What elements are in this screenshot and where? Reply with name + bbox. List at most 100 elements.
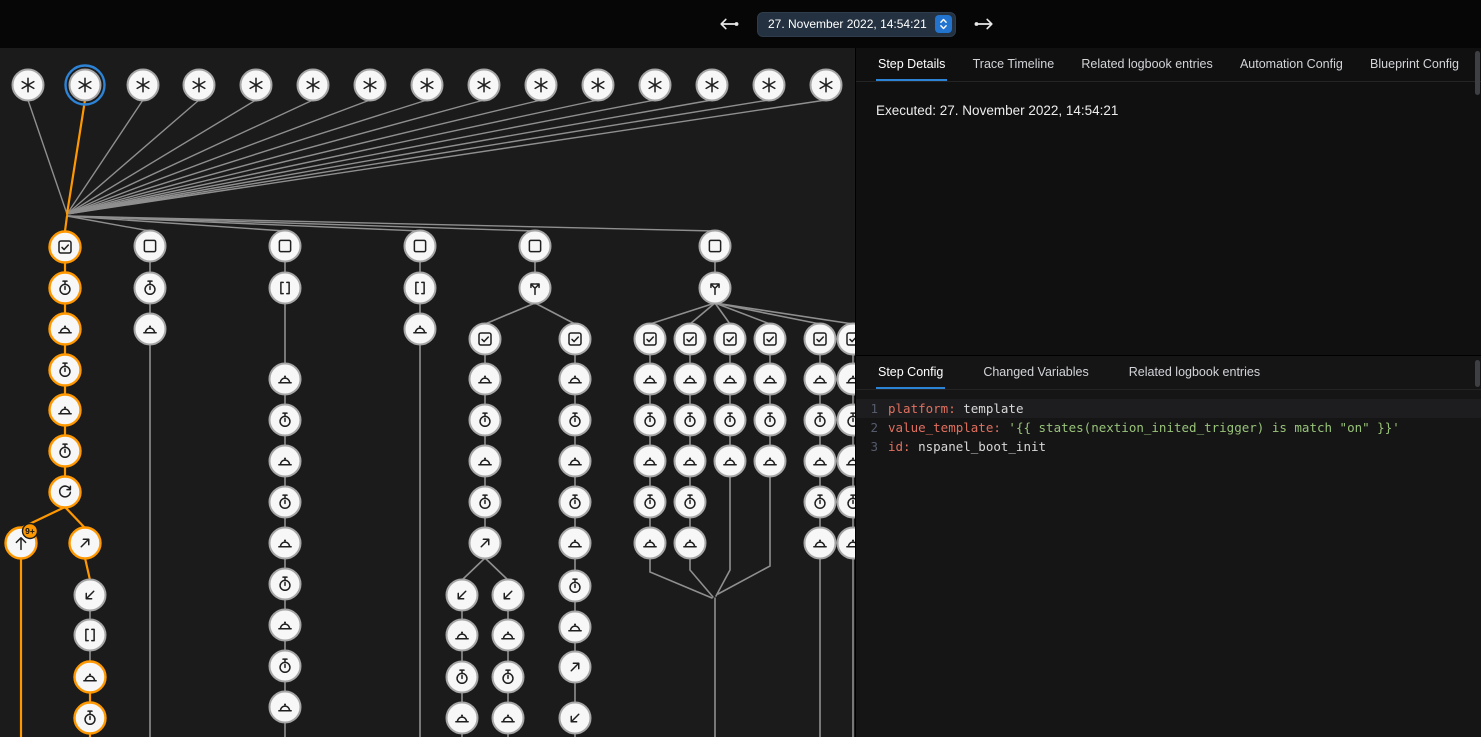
trace-node-timer[interactable] [470, 487, 501, 518]
tab-changed-variables[interactable]: Changed Variables [981, 356, 1090, 389]
yaml-editor[interactable]: 1platform: template2value_template: '{{ … [856, 390, 1481, 456]
trigger-node[interactable] [640, 70, 671, 101]
trace-node-service[interactable] [135, 314, 166, 345]
trace-node-timer[interactable] [560, 571, 591, 602]
trace-node-service[interactable] [675, 364, 706, 395]
trace-node-square[interactable] [270, 231, 301, 262]
trace-node-arrowdl[interactable] [447, 580, 478, 611]
trace-node-service[interactable] [560, 528, 591, 559]
trigger-node[interactable] [355, 70, 386, 101]
trace-node-service[interactable] [675, 528, 706, 559]
trace-node-service[interactable] [838, 446, 856, 477]
trace-node-timer[interactable] [50, 273, 81, 304]
trace-node-service[interactable] [838, 364, 856, 395]
trace-node-arrow-up[interactable]: 9+ [6, 524, 38, 559]
trigger-node[interactable] [241, 70, 272, 101]
trace-node-service[interactable] [270, 692, 301, 723]
tab-related-logbook-entries[interactable]: Related logbook entries [1127, 356, 1262, 389]
tab-step-config[interactable]: Step Config [876, 356, 945, 389]
trace-node-service[interactable] [270, 364, 301, 395]
trace-node-service[interactable] [493, 703, 524, 734]
trace-node-service[interactable] [560, 446, 591, 477]
trace-node-service[interactable] [715, 364, 746, 395]
trace-node-timer[interactable] [270, 487, 301, 518]
trace-node-service[interactable] [270, 528, 301, 559]
tab-step-details[interactable]: Step Details [876, 48, 947, 81]
trace-node-square[interactable] [405, 231, 436, 262]
trace-node-service[interactable] [405, 314, 436, 345]
trace-node-square[interactable] [135, 231, 166, 262]
trace-node-timer[interactable] [50, 436, 81, 467]
trace-node-check[interactable] [560, 324, 591, 355]
trigger-node[interactable] [298, 70, 329, 101]
trace-node-timer[interactable] [838, 405, 856, 436]
trace-node-service[interactable] [635, 446, 666, 477]
trace-node-timer[interactable] [715, 405, 746, 436]
trigger-node[interactable] [66, 66, 105, 105]
trace-node-brackets[interactable] [270, 273, 301, 304]
trace-node-service[interactable] [75, 662, 106, 693]
trace-node-service[interactable] [675, 446, 706, 477]
scrollbar-thumb[interactable] [1475, 360, 1480, 387]
trace-node-service[interactable] [635, 364, 666, 395]
trace-node-check[interactable] [635, 324, 666, 355]
trace-node-timer[interactable] [50, 355, 81, 386]
trace-node-service[interactable] [470, 364, 501, 395]
scrollbar-thumb[interactable] [1475, 51, 1480, 95]
trace-node-service[interactable] [50, 314, 81, 345]
trigger-node[interactable] [811, 70, 842, 101]
trace-node-timer[interactable] [270, 569, 301, 600]
trace-node-split[interactable] [520, 273, 551, 304]
trace-node-branch[interactable] [560, 652, 591, 683]
trace-node-branch[interactable] [70, 528, 101, 559]
trace-node-service[interactable] [805, 446, 836, 477]
trace-node-arrowdl[interactable] [560, 703, 591, 734]
trace-node-square[interactable] [520, 231, 551, 262]
trace-node-service[interactable] [560, 364, 591, 395]
trace-node-service[interactable] [755, 446, 786, 477]
trace-node-check[interactable] [715, 324, 746, 355]
trace-node-check[interactable] [805, 324, 836, 355]
trace-node-check[interactable] [675, 324, 706, 355]
run-selector[interactable]: 27. November 2022, 14:54:21 [757, 12, 956, 37]
trace-node-timer[interactable] [675, 405, 706, 436]
trace-node-brackets[interactable] [75, 620, 106, 651]
trace-node-timer[interactable] [805, 405, 836, 436]
trace-node-branch[interactable] [470, 528, 501, 559]
trigger-node[interactable] [412, 70, 443, 101]
trace-node-arrowdl[interactable] [493, 580, 524, 611]
trigger-node[interactable] [697, 70, 728, 101]
trace-node-timer[interactable] [270, 651, 301, 682]
trace-node-timer[interactable] [75, 703, 106, 734]
trace-node-timer[interactable] [635, 405, 666, 436]
trace-node-service[interactable] [493, 620, 524, 651]
trigger-node[interactable] [13, 70, 44, 101]
trace-node-service[interactable] [715, 446, 746, 477]
trace-node-square[interactable] [700, 231, 731, 262]
trace-node-service[interactable] [447, 703, 478, 734]
trace-node-timer[interactable] [838, 487, 856, 518]
trace-node-timer[interactable] [270, 405, 301, 436]
trace-node-timer[interactable] [805, 487, 836, 518]
tab-automation-config[interactable]: Automation Config [1238, 48, 1345, 81]
next-run-button[interactable] [971, 11, 997, 37]
trace-node-check[interactable] [470, 324, 501, 355]
trace-node-refresh[interactable] [50, 477, 81, 508]
tab-blueprint-config[interactable]: Blueprint Config [1368, 48, 1461, 81]
trace-node-check[interactable] [755, 324, 786, 355]
trace-node-timer[interactable] [493, 662, 524, 693]
trace-node-service[interactable] [838, 528, 856, 559]
trace-node-service[interactable] [755, 364, 786, 395]
trace-node-arrowdl[interactable] [75, 580, 106, 611]
trace-node-timer[interactable] [135, 273, 166, 304]
tab-trace-timeline[interactable]: Trace Timeline [971, 48, 1057, 81]
trace-node-service[interactable] [50, 395, 81, 426]
trace-node-timer[interactable] [560, 487, 591, 518]
trace-node-service[interactable] [270, 610, 301, 641]
tab-related-logbook-entries[interactable]: Related logbook entries [1079, 48, 1214, 81]
trace-node-service[interactable] [560, 612, 591, 643]
trigger-node[interactable] [128, 70, 159, 101]
trace-node-timer[interactable] [560, 405, 591, 436]
trace-node-check[interactable] [838, 324, 856, 355]
trace-node-timer[interactable] [755, 405, 786, 436]
